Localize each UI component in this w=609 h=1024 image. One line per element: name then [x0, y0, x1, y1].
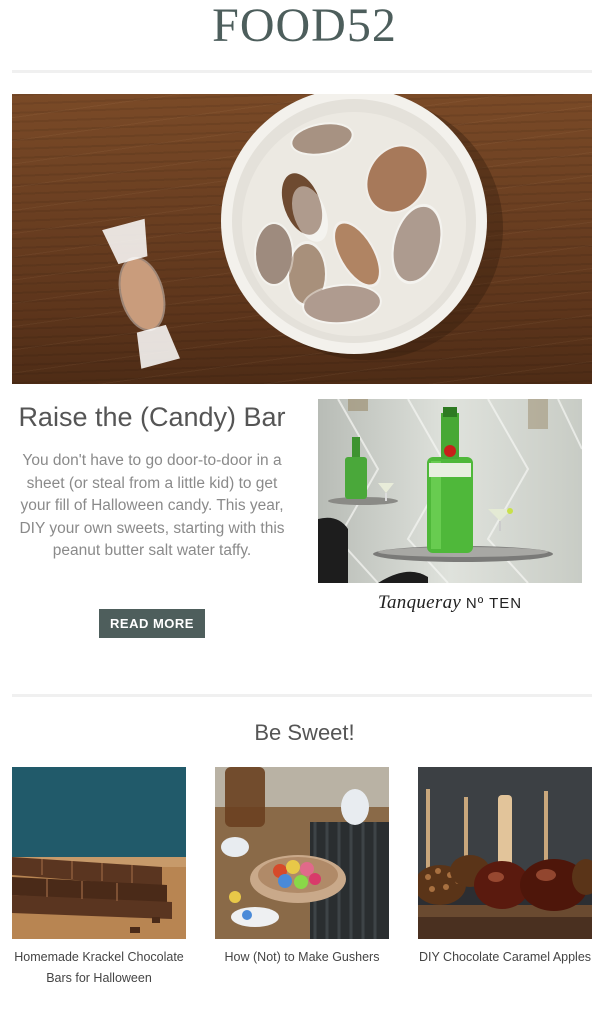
header-divider	[12, 70, 592, 73]
caramel-apples-illustration	[418, 767, 592, 939]
card-caption-caramel-apples[interactable]: DIY Chocolate Caramel Apples	[418, 947, 592, 968]
hero-image-caramels[interactable]	[12, 94, 592, 384]
tanqueray-logo[interactable]: Tanqueray Nº TEN	[318, 592, 582, 614]
gin-bottle-illustration	[318, 399, 582, 583]
read-more-button[interactable]: READ MORE	[99, 609, 205, 638]
tanqueray-script-text: Tanqueray	[377, 592, 462, 613]
chocolate-bars-illustration	[12, 767, 186, 939]
card-image-caramel-apples[interactable]	[418, 767, 592, 939]
tanqueray-no-ten-text: Nº TEN	[465, 595, 523, 612]
card-caption-krackel-bars[interactable]: Homemade Krackel Chocolate Bars for Hall…	[12, 947, 186, 988]
card-image-krackel-bars[interactable]	[12, 767, 186, 939]
article-body: You don't have to go door-to-door in a s…	[19, 452, 285, 560]
article-title[interactable]: Raise the (Candy) Bar	[12, 402, 292, 433]
caramel-bowl-illustration	[102, 94, 503, 369]
section-title: Be Sweet!	[254, 720, 355, 745]
tanqueray-ad-image[interactable]	[318, 399, 582, 583]
gushers-bowl-illustration	[215, 767, 389, 939]
section-divider	[12, 694, 592, 697]
card-image-gushers[interactable]	[215, 767, 389, 939]
card-caption-gushers[interactable]: How (Not) to Make Gushers	[215, 947, 389, 968]
food52-logo[interactable]: FOOD52	[0, 0, 609, 56]
